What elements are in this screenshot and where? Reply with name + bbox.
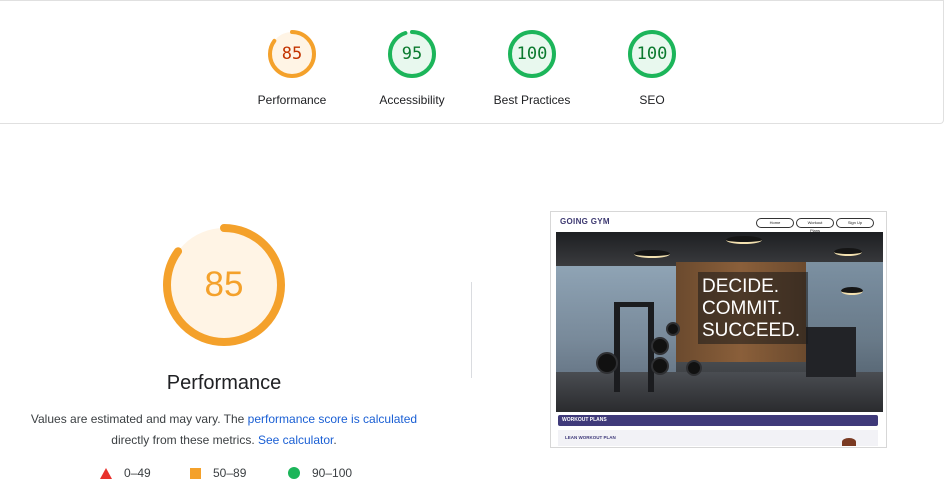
hero-line-2: COMMIT.: [702, 298, 783, 319]
category-summary: 85 Performance 95 Accessibility 100 Best…: [0, 0, 944, 124]
gauge-accessibility-score: 95: [401, 44, 423, 64]
site-hero-headline: DECIDE. COMMIT. SUCCEED.: [698, 272, 808, 344]
desc-suffix: .: [333, 433, 337, 447]
performance-main-gauge: 85: [162, 223, 286, 347]
site-nav-workout-plans: Workout Plans: [796, 218, 834, 233]
desc-middle: directly from these metrics.: [111, 433, 258, 447]
gauge-performance-ring: 85: [267, 29, 317, 79]
gauge-accessibility[interactable]: 95 Accessibility: [352, 29, 472, 107]
gauge-best-practices-ring: 100: [507, 29, 557, 79]
site-card-title: LEAN WORKOUT PLAN: [565, 435, 616, 440]
gauge-performance-label: Performance: [257, 93, 327, 107]
gauge-best-practices-score: 100: [516, 44, 548, 64]
gauge-seo[interactable]: 100 SEO: [592, 29, 712, 107]
circle-icon: [288, 467, 300, 479]
site-section-title: WORKOUT PLANS: [558, 415, 878, 426]
gauge-seo-label: SEO: [639, 93, 665, 107]
score-legend: 0–49 50–89 90–100: [0, 466, 460, 484]
triangle-icon: [100, 467, 112, 479]
site-workout-card: LEAN WORKOUT PLAN: [558, 430, 878, 446]
performance-description: Values are estimated and may vary. The p…: [14, 409, 434, 451]
hero-line-1: DECIDE.: [702, 276, 780, 297]
see-calculator-link[interactable]: See calculator: [258, 433, 333, 447]
gauge-performance-score: 85: [281, 44, 303, 64]
legend-pass-range: 90–100: [312, 466, 353, 480]
gauge-best-practices[interactable]: 100 Best Practices: [472, 29, 592, 107]
site-hero-image: DECIDE. COMMIT. SUCCEED.: [556, 232, 883, 412]
site-header: GOING GYM Home Workout Plans Sign Up: [551, 212, 886, 233]
gauge-seo-ring: 100: [627, 29, 677, 79]
gauge-performance[interactable]: 85 Performance: [232, 29, 352, 107]
square-icon: [190, 467, 201, 479]
gauge-seo-score: 100: [636, 44, 668, 64]
final-screenshot[interactable]: GOING GYM Home Workout Plans Sign Up DEC…: [550, 211, 887, 448]
gauge-accessibility-label: Accessibility: [379, 93, 445, 107]
performance-title: Performance: [166, 372, 282, 394]
site-logo: GOING GYM: [560, 217, 610, 226]
legend-average: 50–89: [190, 466, 246, 480]
legend-pass: 90–100: [288, 466, 352, 480]
site-nav: Home Workout Plans Sign Up: [754, 218, 874, 233]
vertical-divider: [471, 282, 472, 378]
legend-fail: 0–49: [100, 466, 151, 480]
performance-score-link[interactable]: performance score is calculated: [248, 412, 417, 426]
hero-line-3: SUCCEED.: [702, 320, 801, 341]
legend-fail-range: 0–49: [124, 466, 151, 480]
site-nav-sign-up: Sign Up: [836, 218, 874, 228]
desc-prefix: Values are estimated and may vary. The: [30, 412, 248, 426]
site-nav-home: Home: [756, 218, 794, 228]
legend-average-range: 50–89: [213, 466, 247, 480]
gauge-best-practices-label: Best Practices: [493, 93, 571, 107]
performance-main-score: 85: [204, 265, 244, 304]
site-card-image: [842, 438, 856, 446]
gauge-accessibility-ring: 95: [387, 29, 437, 79]
